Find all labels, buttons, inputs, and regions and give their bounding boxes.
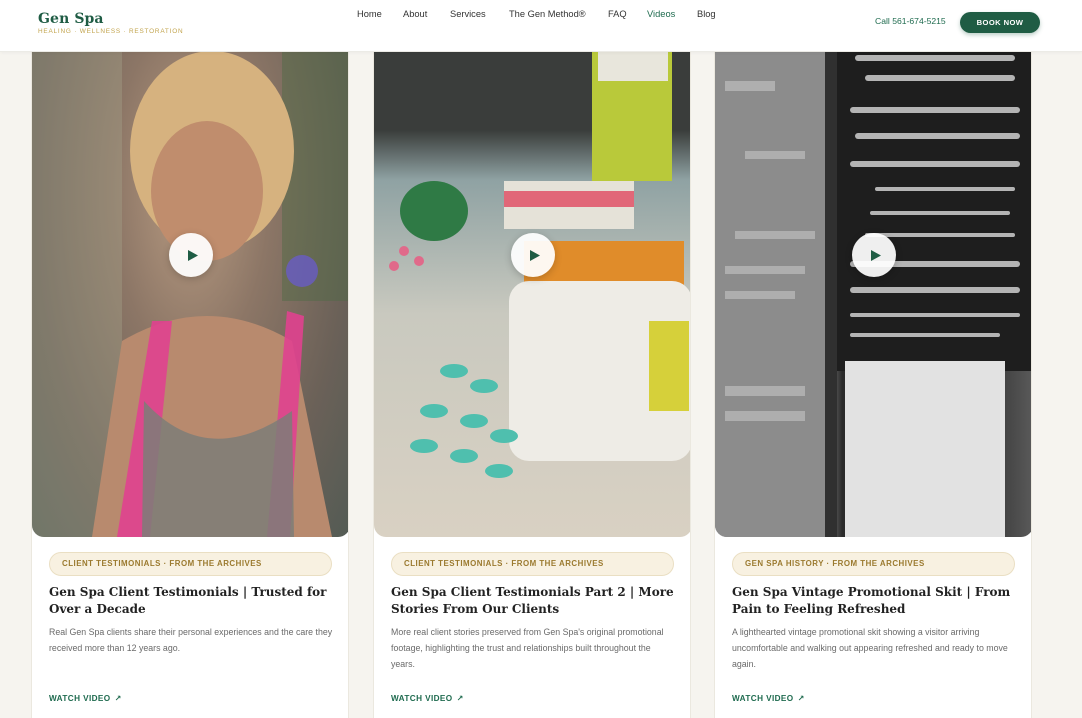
category-badge: CLIENT TESTIMONIALS · FROM THE ARCHIVES	[49, 552, 332, 576]
nav-gen-method[interactable]: The Gen Method®	[509, 9, 586, 19]
nav-videos[interactable]: Videos	[647, 9, 675, 19]
play-button[interactable]	[511, 233, 555, 277]
play-icon	[529, 249, 540, 261]
video-title[interactable]: Gen Spa Client Testimonials | Trusted fo…	[49, 584, 339, 618]
watch-video-link[interactable]: WATCH VIDEO ↗	[49, 694, 122, 703]
logo-tagline: HEALING · WELLNESS · RESTORATION	[38, 28, 184, 35]
watch-video-link[interactable]: WATCH VIDEO ↗	[391, 694, 464, 703]
thumbnail-art	[715, 41, 1031, 537]
nav-services[interactable]: Services	[450, 9, 486, 19]
play-icon	[187, 249, 198, 261]
site-header: Gen Spa HEALING · WELLNESS · RESTORATION…	[0, 0, 1082, 52]
nav-home[interactable]: Home	[357, 9, 382, 19]
video-card: CLIENT TESTIMONIALS · FROM THE ARCHIVES …	[31, 40, 349, 718]
play-button[interactable]	[852, 233, 896, 277]
video-title[interactable]: Gen Spa Vintage Promotional Skit | From …	[732, 584, 1022, 618]
play-icon	[870, 249, 881, 261]
arrow-up-right-icon: ↗	[797, 694, 805, 703]
play-button[interactable]	[169, 233, 213, 277]
video-description: Real Gen Spa clients share their persona…	[49, 627, 333, 653]
video-card: CLIENT TESTIMONIALS · FROM THE ARCHIVES …	[373, 40, 691, 718]
video-thumbnail[interactable]	[32, 41, 348, 537]
category-badge: GEN SPA HISTORY · FROM THE ARCHIVES	[732, 552, 1015, 576]
nav-faq[interactable]: FAQ	[608, 9, 627, 19]
watch-video-label: WATCH VIDEO	[49, 694, 111, 703]
nav-blog[interactable]: Blog	[697, 9, 716, 19]
watch-video-label: WATCH VIDEO	[732, 694, 794, 703]
call-link[interactable]: Call 561-674-5215	[875, 16, 946, 26]
video-thumbnail[interactable]	[715, 41, 1031, 537]
nav-about[interactable]: About	[403, 9, 427, 19]
watch-video-label: WATCH VIDEO	[391, 694, 453, 703]
arrow-up-right-icon: ↗	[456, 694, 464, 703]
thumbnail-art	[389, 41, 690, 478]
video-thumbnail[interactable]	[374, 41, 690, 537]
video-title[interactable]: Gen Spa Client Testimonials Part 2 | Mor…	[391, 584, 681, 618]
video-card: GEN SPA HISTORY · FROM THE ARCHIVES Gen …	[714, 40, 1032, 718]
watch-video-link[interactable]: WATCH VIDEO ↗	[732, 694, 805, 703]
video-description: More real client stories preserved from …	[391, 627, 664, 669]
thumbnail-art	[32, 41, 348, 537]
category-badge: CLIENT TESTIMONIALS · FROM THE ARCHIVES	[391, 552, 674, 576]
arrow-up-right-icon: ↗	[114, 694, 122, 703]
video-description: A lighthearted vintage promotional skit …	[732, 627, 1008, 669]
book-now-button[interactable]: BOOK NOW	[960, 12, 1040, 33]
